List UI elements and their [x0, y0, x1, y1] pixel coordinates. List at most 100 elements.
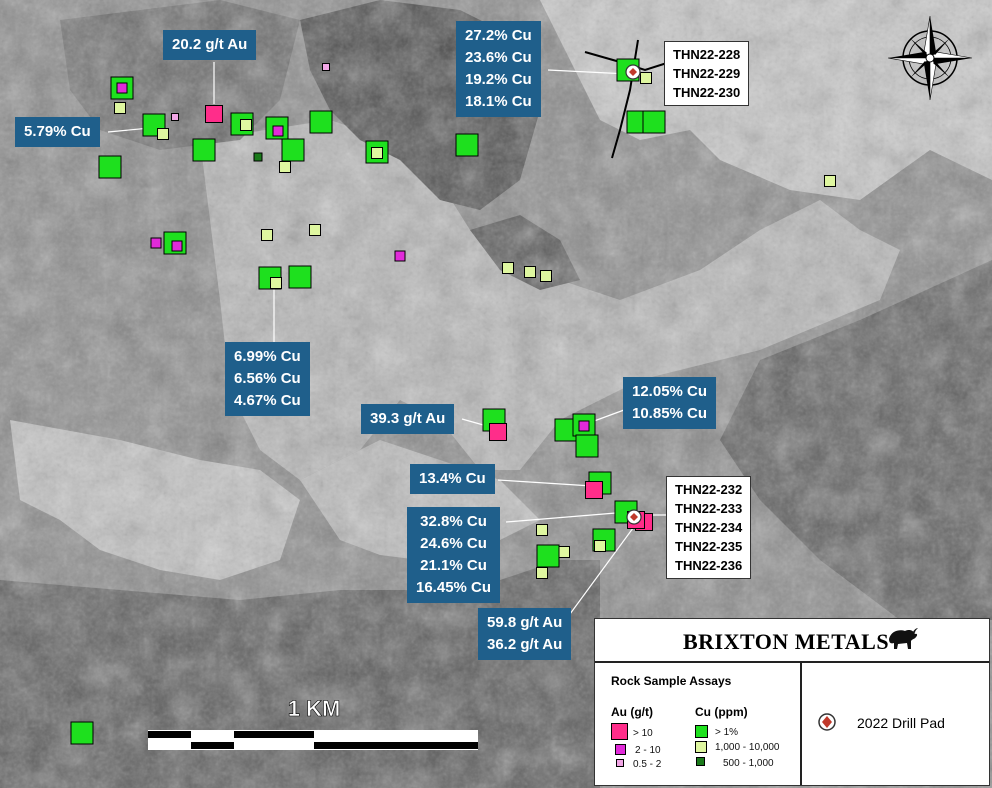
drill-hole-id: THN22-236 [675, 558, 743, 573]
legend-au-high: > 10 [633, 728, 653, 739]
callout-line: 4.67% Cu [234, 392, 301, 409]
legend-cu-low: 500 - 1,000 [723, 758, 774, 769]
callout-line: 21.1% Cu [420, 557, 487, 574]
legend-cu-high: > 1% [715, 727, 739, 738]
callout-au-20: 20.2 g/t Au [163, 30, 257, 60]
legend-swatch-cu-high [695, 725, 708, 738]
callout-line: 16.45% Cu [416, 579, 492, 596]
legend-au-mid: 2 - 10 [635, 745, 661, 756]
callout-line: 12.05% Cu [632, 383, 708, 400]
legend-cu-mid: 1,000 - 10,000 [715, 742, 780, 753]
drill-pad-icon[interactable] [626, 509, 642, 525]
legend-swatch-cu-low [696, 757, 705, 766]
sample-marker-au-mid[interactable] [272, 125, 284, 137]
sample-marker-cu-high[interactable] [455, 133, 479, 157]
sample-marker-cu-mid[interactable] [524, 266, 536, 278]
cu-header: Cu (ppm) [695, 705, 748, 719]
sample-marker-cu-low[interactable] [253, 152, 263, 162]
sample-marker-cu-mid[interactable] [640, 72, 652, 84]
callout-line: 20.2 g/t Au [172, 36, 248, 53]
callout-line: 18.1% Cu [465, 93, 532, 110]
callout-line: 24.6% Cu [420, 535, 487, 552]
sample-marker-cu-mid[interactable] [536, 567, 548, 579]
sample-marker-au-high[interactable] [585, 481, 603, 499]
callout-cu-south: 32.8% Cu 24.6% Cu 21.1% Cu 16.45% Cu [407, 507, 501, 603]
legend-au-low: 0.5 - 2 [633, 759, 662, 770]
sample-marker-au-low[interactable] [171, 113, 179, 121]
drill-label-south: THN22-232 THN22-233 THN22-234 THN22-235 … [666, 476, 752, 579]
sample-marker-cu-mid[interactable] [240, 119, 252, 131]
callout-cu-west: 6.99% Cu 6.56% Cu 4.67% Cu [225, 342, 310, 416]
sample-marker-cu-high[interactable] [309, 110, 333, 134]
sample-marker-cu-high[interactable] [536, 544, 560, 568]
map-legend: BRIXTON METALS Rock Sample Assays Au (g/… [594, 618, 990, 786]
callout-cu-east: 12.05% Cu 10.85% Cu [623, 377, 717, 429]
sample-marker-au-mid[interactable] [171, 240, 183, 252]
callout-line: 32.8% Cu [420, 513, 487, 530]
drill-pad-icon[interactable] [625, 64, 641, 80]
au-header: Au (g/t) [611, 705, 653, 719]
callout-cu-134: 13.4% Cu [410, 464, 495, 494]
sample-marker-cu-high[interactable] [281, 138, 305, 162]
sample-marker-cu-high[interactable] [192, 138, 216, 162]
sample-marker-cu-mid[interactable] [279, 161, 291, 173]
callout-line: 39.3 g/t Au [370, 410, 446, 427]
sample-marker-cu-mid[interactable] [594, 540, 606, 552]
sample-marker-au-low[interactable] [322, 63, 330, 71]
callout-cu-north: 27.2% Cu 23.6% Cu 19.2% Cu 18.1% Cu [456, 21, 541, 117]
callout-line: 36.2 g/t Au [487, 636, 563, 653]
legend-title: Rock Sample Assays [611, 674, 732, 688]
sample-marker-au-mid[interactable] [578, 420, 590, 432]
sample-marker-cu-high[interactable] [98, 155, 122, 179]
sample-marker-au-mid[interactable] [150, 237, 162, 249]
callout-line: 59.8 g/t Au [487, 614, 563, 631]
drill-pad-icon [818, 713, 836, 731]
sample-marker-cu-high[interactable] [642, 110, 666, 134]
sample-marker-cu-high[interactable] [70, 721, 94, 745]
sample-marker-cu-mid[interactable] [371, 147, 383, 159]
sample-marker-cu-mid[interactable] [502, 262, 514, 274]
legend-swatch-au-high [611, 723, 628, 740]
company-name: BRIXTON METALS [683, 629, 890, 654]
scale-label: 1 KM [288, 696, 341, 721]
sample-marker-cu-mid[interactable] [157, 128, 169, 140]
sample-marker-au-mid[interactable] [394, 250, 406, 262]
legend-divider [800, 663, 802, 785]
callout-au-39: 39.3 g/t Au [361, 404, 455, 434]
legend-swatch-au-low [616, 759, 624, 767]
callout-line: 6.56% Cu [234, 370, 301, 387]
drill-hole-id: THN22-229 [673, 66, 741, 81]
drill-hole-id: THN22-234 [675, 520, 743, 535]
callout-line: 27.2% Cu [465, 27, 532, 44]
drill-hole-id: THN22-233 [675, 501, 743, 516]
drill-hole-id: THN22-230 [673, 85, 741, 100]
sample-marker-cu-mid[interactable] [824, 175, 836, 187]
sample-marker-cu-mid[interactable] [558, 546, 570, 558]
callout-line: 10.85% Cu [632, 405, 708, 422]
callout-line: 19.2% Cu [465, 71, 532, 88]
callout-au-south: 59.8 g/t Au 36.2 g/t Au [478, 608, 572, 660]
callout-line: 5.79% Cu [24, 123, 91, 140]
sample-marker-cu-mid[interactable] [540, 270, 552, 282]
sample-marker-au-high[interactable] [205, 105, 223, 123]
sample-marker-au-mid[interactable] [116, 82, 128, 94]
legend-swatch-cu-mid [695, 741, 707, 753]
sample-marker-au-high[interactable] [489, 423, 507, 441]
drill-hole-id: THN22-228 [673, 47, 741, 62]
sample-marker-cu-mid[interactable] [270, 277, 282, 289]
callout-line: 6.99% Cu [234, 348, 301, 365]
company-header: BRIXTON METALS [595, 619, 989, 663]
sample-marker-cu-mid[interactable] [261, 229, 273, 241]
sample-marker-cu-high[interactable] [288, 265, 312, 289]
callout-cu-579: 5.79% Cu [15, 117, 100, 147]
drill-hole-id: THN22-235 [675, 539, 743, 554]
sample-marker-cu-mid[interactable] [536, 524, 548, 536]
sample-marker-cu-high[interactable] [575, 434, 599, 458]
callout-line: 23.6% Cu [465, 49, 532, 66]
bull-logo-icon [889, 628, 918, 649]
legend-swatch-au-mid [615, 744, 626, 755]
callout-line: 13.4% Cu [419, 470, 486, 487]
sample-marker-cu-mid[interactable] [309, 224, 321, 236]
sample-marker-cu-mid[interactable] [114, 102, 126, 114]
drill-pad-legend-label: 2022 Drill Pad [857, 715, 945, 731]
